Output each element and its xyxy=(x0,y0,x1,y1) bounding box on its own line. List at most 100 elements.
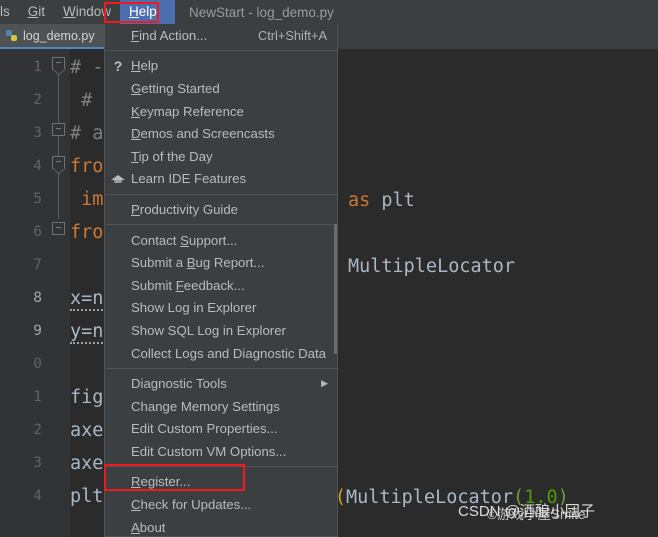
line-number: 1 xyxy=(33,389,42,405)
line-number: 8 xyxy=(33,290,42,306)
menu-item-register[interactable]: Register... xyxy=(105,471,337,494)
chevron-right-icon: ▶ xyxy=(321,378,328,389)
window-title: NewStart - log_demo.py xyxy=(189,4,334,20)
menubar-item-help-mnemonic: H xyxy=(129,4,139,19)
code-line: fro xyxy=(70,222,104,243)
menu-item-edit-custom-vm-options[interactable]: Edit Custom VM Options... xyxy=(105,440,337,463)
line-number: 4 xyxy=(33,488,42,504)
menubar-item-help-rest: elp xyxy=(138,4,157,19)
editor-tab-log-demo[interactable]: log_demo.py × xyxy=(0,24,118,49)
question-mark-icon: ? xyxy=(113,57,123,74)
line-number: 2 xyxy=(33,92,42,108)
menu-item-contact-support-label: Contact Support... xyxy=(131,232,238,248)
menu-item-tip-of-the-day-label: Tip of the Day xyxy=(131,148,213,164)
code-line: fig xyxy=(70,387,104,408)
menu-item-demos-and-screencasts[interactable]: Demos and Screencasts xyxy=(105,122,337,145)
menubar-item-window[interactable]: Window xyxy=(54,0,120,24)
menubar-item-git-rest: it xyxy=(38,4,46,19)
menu-item-collect-logs-and-diagnostic-data-label: Collect Logs and Diagnostic Data xyxy=(131,345,326,361)
menu-item-show-sql-log-in-explorer-label: Show SQL Log in Explorer xyxy=(131,322,286,338)
line-number: 1 xyxy=(33,59,42,75)
menubar-item-git-mnemonic: G xyxy=(27,4,39,19)
menu-separator xyxy=(105,50,337,52)
fold-toggle-icon[interactable]: − xyxy=(52,123,65,136)
menubar-item-git[interactable]: Git xyxy=(19,0,54,24)
menu-item-contact-support[interactable]: Contact Support... xyxy=(105,229,337,252)
menu-item-keymap-reference[interactable]: Keymap Reference xyxy=(105,100,337,123)
menu-item-find-action-shortcut: Ctrl+Shift+A xyxy=(258,27,327,43)
menu-item-edit-custom-properties[interactable]: Edit Custom Properties... xyxy=(105,418,337,441)
menu-item-keymap-reference-label: Keymap Reference xyxy=(131,103,244,119)
line-number: 4 xyxy=(33,158,42,174)
menu-item-about-label: About xyxy=(131,519,166,535)
line-number: 3 xyxy=(33,455,42,471)
graduation-cap-icon xyxy=(105,174,131,184)
menubar-item-help[interactable]: Help xyxy=(120,0,176,24)
menu-item-productivity-guide-label: Productivity Guide xyxy=(131,201,239,217)
menu-item-help-label: Help xyxy=(131,58,159,74)
code-line: # - xyxy=(70,57,104,78)
menu-item-check-for-updates[interactable]: Check for Updates... xyxy=(105,493,337,516)
menu-item-diagnostic-tools[interactable]: Diagnostic Tools ▶ xyxy=(105,372,337,395)
menubar-item-tools-label: ls xyxy=(0,4,10,19)
menu-item-about[interactable]: About xyxy=(105,516,337,536)
code-line: axe xyxy=(70,420,104,441)
menu-item-submit-a-bug-report[interactable]: Submit a Bug Report... xyxy=(105,251,337,274)
line-number: 7 xyxy=(33,257,42,273)
menu-item-check-for-updates-label: Check for Updates... xyxy=(131,497,252,513)
code-folding-gutter[interactable]: − − − − xyxy=(48,49,70,537)
menu-item-tip-of-the-day[interactable]: Tip of the Day xyxy=(105,145,337,168)
menu-separator xyxy=(105,466,337,468)
menubar-item-tools[interactable]: ls xyxy=(0,0,19,24)
menu-item-change-memory-settings-label: Change Memory Settings xyxy=(131,398,280,414)
help-dropdown-menu[interactable]: Find Action... Ctrl+Shift+A ? Help Getti… xyxy=(104,24,338,537)
menu-item-find-action[interactable]: Find Action... Ctrl+Shift+A xyxy=(105,24,337,47)
line-number: 2 xyxy=(33,422,42,438)
fold-toggle-icon[interactable]: − xyxy=(52,156,66,174)
menu-item-change-memory-settings[interactable]: Change Memory Settings xyxy=(105,395,337,418)
line-number: 9 xyxy=(33,323,42,339)
fold-toggle-icon[interactable]: − xyxy=(52,222,65,235)
menu-separator xyxy=(105,224,337,226)
watermark-secondary: ©游戏小屋Smite xyxy=(487,507,586,522)
menu-item-show-sql-log-in-explorer[interactable]: Show SQL Log in Explorer xyxy=(105,319,337,342)
code-line: y=n xyxy=(70,321,104,344)
fold-toggle-icon[interactable]: − xyxy=(52,57,66,75)
python-file-icon xyxy=(6,29,18,42)
menubar-item-window-mnemonic: W xyxy=(63,4,76,19)
menu-item-getting-started[interactable]: Getting Started xyxy=(105,77,337,100)
code-line: fro xyxy=(70,156,104,177)
menu-separator xyxy=(105,367,337,369)
menu-item-submit-feedback[interactable]: Submit Feedback... xyxy=(105,274,337,297)
menu-item-learn-ide-features[interactable]: Learn IDE Features xyxy=(105,168,337,191)
code-line: # a xyxy=(70,123,104,144)
menu-item-show-log-in-explorer[interactable]: Show Log in Explorer xyxy=(105,297,337,320)
line-number-gutter[interactable]: 1 2 3 4 5 6 7 8 9 0 1 2 3 4 xyxy=(0,49,48,537)
menu-item-help[interactable]: ? Help xyxy=(105,55,337,78)
folding-guide-line xyxy=(58,59,59,219)
menu-item-collect-logs-and-diagnostic-data[interactable]: Collect Logs and Diagnostic Data xyxy=(105,342,337,365)
editor-tab-filename: log_demo.py xyxy=(23,28,95,43)
menu-item-demos-and-screencasts-label: Demos and Screencasts xyxy=(131,126,275,142)
line-number: 6 xyxy=(33,224,42,240)
menu-item-learn-ide-features-label: Learn IDE Features xyxy=(131,171,247,187)
line-number: 3 xyxy=(33,125,42,141)
ide-window: ls Git Window Help NewStart - log_demo.p… xyxy=(0,0,658,537)
menu-item-register-label: Register... xyxy=(131,474,191,490)
menu-item-edit-custom-properties-label: Edit Custom Properties... xyxy=(131,421,278,437)
menubar-item-window-rest: indow xyxy=(75,4,112,19)
line-number: 0 xyxy=(33,356,42,372)
menu-item-show-log-in-explorer-label: Show Log in Explorer xyxy=(131,300,257,316)
menu-item-submit-a-bug-report-label: Submit a Bug Report... xyxy=(131,255,265,271)
menu-item-getting-started-label: Getting Started xyxy=(131,80,220,96)
main-menu-bar: ls Git Window Help NewStart - log_demo.p… xyxy=(0,0,658,24)
menu-item-diagnostic-tools-label: Diagnostic Tools xyxy=(131,376,227,392)
menu-item-edit-custom-vm-options-label: Edit Custom VM Options... xyxy=(131,443,287,459)
code-line: x=n xyxy=(70,288,104,311)
menu-item-find-action-label: Find Action... xyxy=(131,27,208,43)
line-number: 5 xyxy=(33,191,42,207)
menu-scrollbar[interactable] xyxy=(334,224,337,354)
menu-item-productivity-guide[interactable]: Productivity Guide xyxy=(105,198,337,221)
code-line: axe xyxy=(70,453,104,474)
menu-item-submit-feedback-label: Submit Feedback... xyxy=(131,277,245,293)
